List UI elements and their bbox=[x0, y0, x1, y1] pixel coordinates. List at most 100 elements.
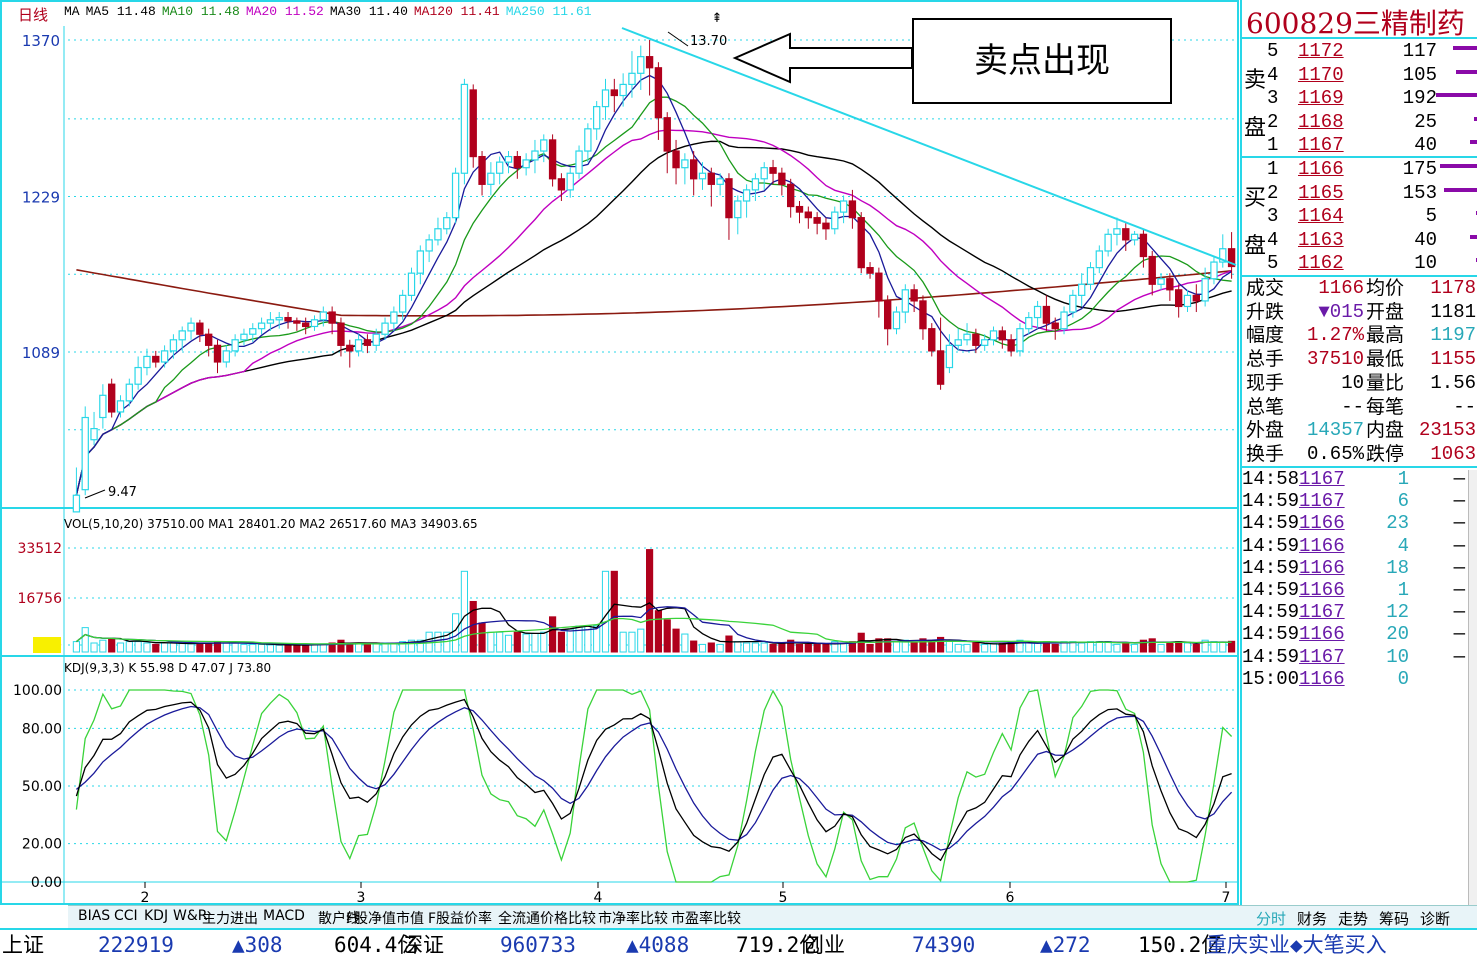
indicator-tab[interactable]: BIAS bbox=[78, 908, 110, 924]
candle-body bbox=[90, 428, 98, 441]
candle-body bbox=[1139, 233, 1148, 258]
indicator-tab[interactable]: F股益价率 bbox=[428, 908, 492, 928]
buy-order-row[interactable]: 1 1166 175 bbox=[1242, 158, 1477, 181]
tick-row[interactable]: 14:59 1166 20 — bbox=[1242, 623, 1477, 645]
indicator-tab[interactable]: 主力进出 bbox=[202, 908, 258, 928]
volume-bar bbox=[945, 639, 953, 653]
volume-bar bbox=[981, 643, 989, 653]
tick-row[interactable]: 14:59 1167 12 — bbox=[1242, 601, 1477, 623]
volume-bar bbox=[152, 643, 160, 653]
level: 4 bbox=[1267, 63, 1279, 86]
tick-row[interactable]: 14:59 1167 10 — bbox=[1242, 646, 1477, 668]
candle-body bbox=[187, 322, 195, 332]
volume-bar bbox=[1104, 641, 1112, 653]
volume-bar bbox=[531, 632, 539, 653]
candle-body bbox=[575, 150, 583, 174]
candle-body bbox=[249, 328, 257, 335]
tick-flag: — bbox=[1453, 512, 1465, 535]
candle-body bbox=[284, 316, 292, 322]
tick-row[interactable]: 14:59 1167 6 — bbox=[1242, 490, 1477, 512]
candle-body bbox=[495, 161, 504, 174]
right-tab[interactable]: 走势 bbox=[1338, 908, 1368, 929]
order-price: 1170 bbox=[1298, 63, 1344, 86]
volume-bar bbox=[1148, 638, 1156, 653]
indicator-tab[interactable]: 市净率比较 bbox=[598, 908, 668, 928]
indicator-tab[interactable]: MACD bbox=[263, 908, 305, 924]
tick-row[interactable]: 15:00 1166 0 bbox=[1242, 668, 1477, 690]
volume-bar bbox=[892, 641, 901, 653]
right-tab[interactable]: 分时 bbox=[1256, 908, 1286, 929]
indicator-tab-bar: BIAS CCI KDJ W&R 主力进出 MACD 散户线 F股净值市值 F股益价率 全流通价格… bbox=[68, 905, 1240, 928]
tick-row[interactable]: 14:59 1166 18 — bbox=[1242, 557, 1477, 579]
candle-body bbox=[972, 333, 980, 346]
right-tab[interactable]: 诊断 bbox=[1420, 908, 1450, 929]
candle-body bbox=[469, 89, 477, 158]
buy-order-row[interactable]: 4 1163 40 bbox=[1242, 229, 1477, 252]
indicator-tab[interactable]: CCI bbox=[114, 908, 138, 924]
level: 5 bbox=[1267, 252, 1279, 275]
buy-order-row[interactable]: 3 1164 5 bbox=[1242, 205, 1477, 228]
tick-row[interactable]: 14:58 1167 1 — bbox=[1242, 468, 1477, 490]
cy-change: ▲272 bbox=[1040, 933, 1091, 957]
sell-order-row[interactable]: 1 1167 40 bbox=[1242, 134, 1477, 157]
tick-price: 1166 bbox=[1299, 579, 1345, 601]
low-label: 9.47 bbox=[108, 485, 137, 500]
candle-body bbox=[584, 128, 592, 152]
volume-bar bbox=[601, 570, 610, 653]
indicator-tab[interactable]: KDJ bbox=[144, 908, 168, 924]
tick-flag: — bbox=[1453, 556, 1465, 579]
stat-label: 外盘 bbox=[1246, 419, 1285, 442]
volume-bar bbox=[566, 628, 574, 653]
marker-icon: ⇞ bbox=[712, 11, 723, 26]
order-volume: 40 bbox=[1414, 134, 1437, 157]
tick-scrollbar[interactable] bbox=[1468, 470, 1477, 905]
candle-body bbox=[116, 400, 125, 413]
candle-body bbox=[998, 330, 1007, 341]
sh-change: ▲308 bbox=[232, 933, 283, 957]
sell-order-row[interactable]: 4 1170 105 bbox=[1242, 64, 1477, 87]
sell-order-row[interactable]: 5 1172 117 bbox=[1242, 40, 1477, 63]
kdj-axis-label: 20.00 bbox=[22, 837, 62, 853]
candle-body bbox=[681, 159, 689, 169]
indicator-tab[interactable]: 市盈率比较 bbox=[671, 908, 741, 928]
tick-row[interactable]: 14:59 1166 1 — bbox=[1242, 579, 1477, 601]
candle-body bbox=[478, 155, 486, 185]
candle-body bbox=[310, 319, 319, 328]
sh-label: 上证 bbox=[2, 933, 44, 957]
indicator-tab[interactable]: 全流通价格比较 bbox=[498, 908, 596, 928]
vol-header: VOL(5,10,20) 37510.00 MA1 28401.20 MA2 2… bbox=[64, 517, 478, 531]
candle-body bbox=[804, 211, 813, 219]
right-tab[interactable]: 财务 bbox=[1297, 908, 1327, 929]
candle-body bbox=[1166, 278, 1174, 291]
candle-body bbox=[540, 139, 548, 152]
candle-body bbox=[204, 333, 213, 346]
candle-body bbox=[1130, 233, 1139, 241]
stat-value: -- bbox=[1341, 395, 1364, 418]
kline-chart-area[interactable]: 1370 1229 1089 13.70 9.47 ⇞ VOL(5,10,20) 37510… bbox=[0, 0, 1240, 905]
sell-order-row[interactable]: 2 1168 25 bbox=[1242, 111, 1477, 134]
volume-bar bbox=[293, 644, 301, 653]
right-tab[interactable]: 筹码 bbox=[1379, 908, 1409, 929]
tick-row[interactable]: 14:59 1166 4 — bbox=[1242, 535, 1477, 557]
tick-row[interactable]: 14:59 1166 23 — bbox=[1242, 512, 1477, 534]
candle-body bbox=[196, 322, 204, 335]
candle-body bbox=[337, 322, 345, 346]
candle-body bbox=[875, 272, 883, 302]
buy-order-row[interactable]: 2 1165 153 bbox=[1242, 182, 1477, 205]
price-axis-label: 1229 bbox=[22, 189, 60, 207]
buy-order-row[interactable]: 5 1162 10 bbox=[1242, 252, 1477, 275]
volume-bar bbox=[469, 600, 477, 653]
news-ticker[interactable]: 重庆实业◆大笔买入 bbox=[1206, 932, 1387, 958]
stat-row: 总笔 -- 每笔 -- bbox=[1242, 395, 1477, 419]
indicator-tab[interactable]: F股净值市值 bbox=[346, 908, 424, 928]
candle-body bbox=[1157, 278, 1165, 285]
volume-bar bbox=[337, 639, 345, 653]
volume-bar bbox=[663, 619, 671, 653]
candle-body bbox=[689, 159, 698, 180]
candle-body bbox=[910, 289, 918, 302]
sell-order-row[interactable]: 3 1169 192 bbox=[1242, 87, 1477, 110]
divider bbox=[1242, 37, 1477, 39]
tick-price: 1167 bbox=[1299, 490, 1345, 513]
candle-body bbox=[1095, 250, 1104, 269]
tick-time: 14:59 bbox=[1242, 556, 1300, 579]
